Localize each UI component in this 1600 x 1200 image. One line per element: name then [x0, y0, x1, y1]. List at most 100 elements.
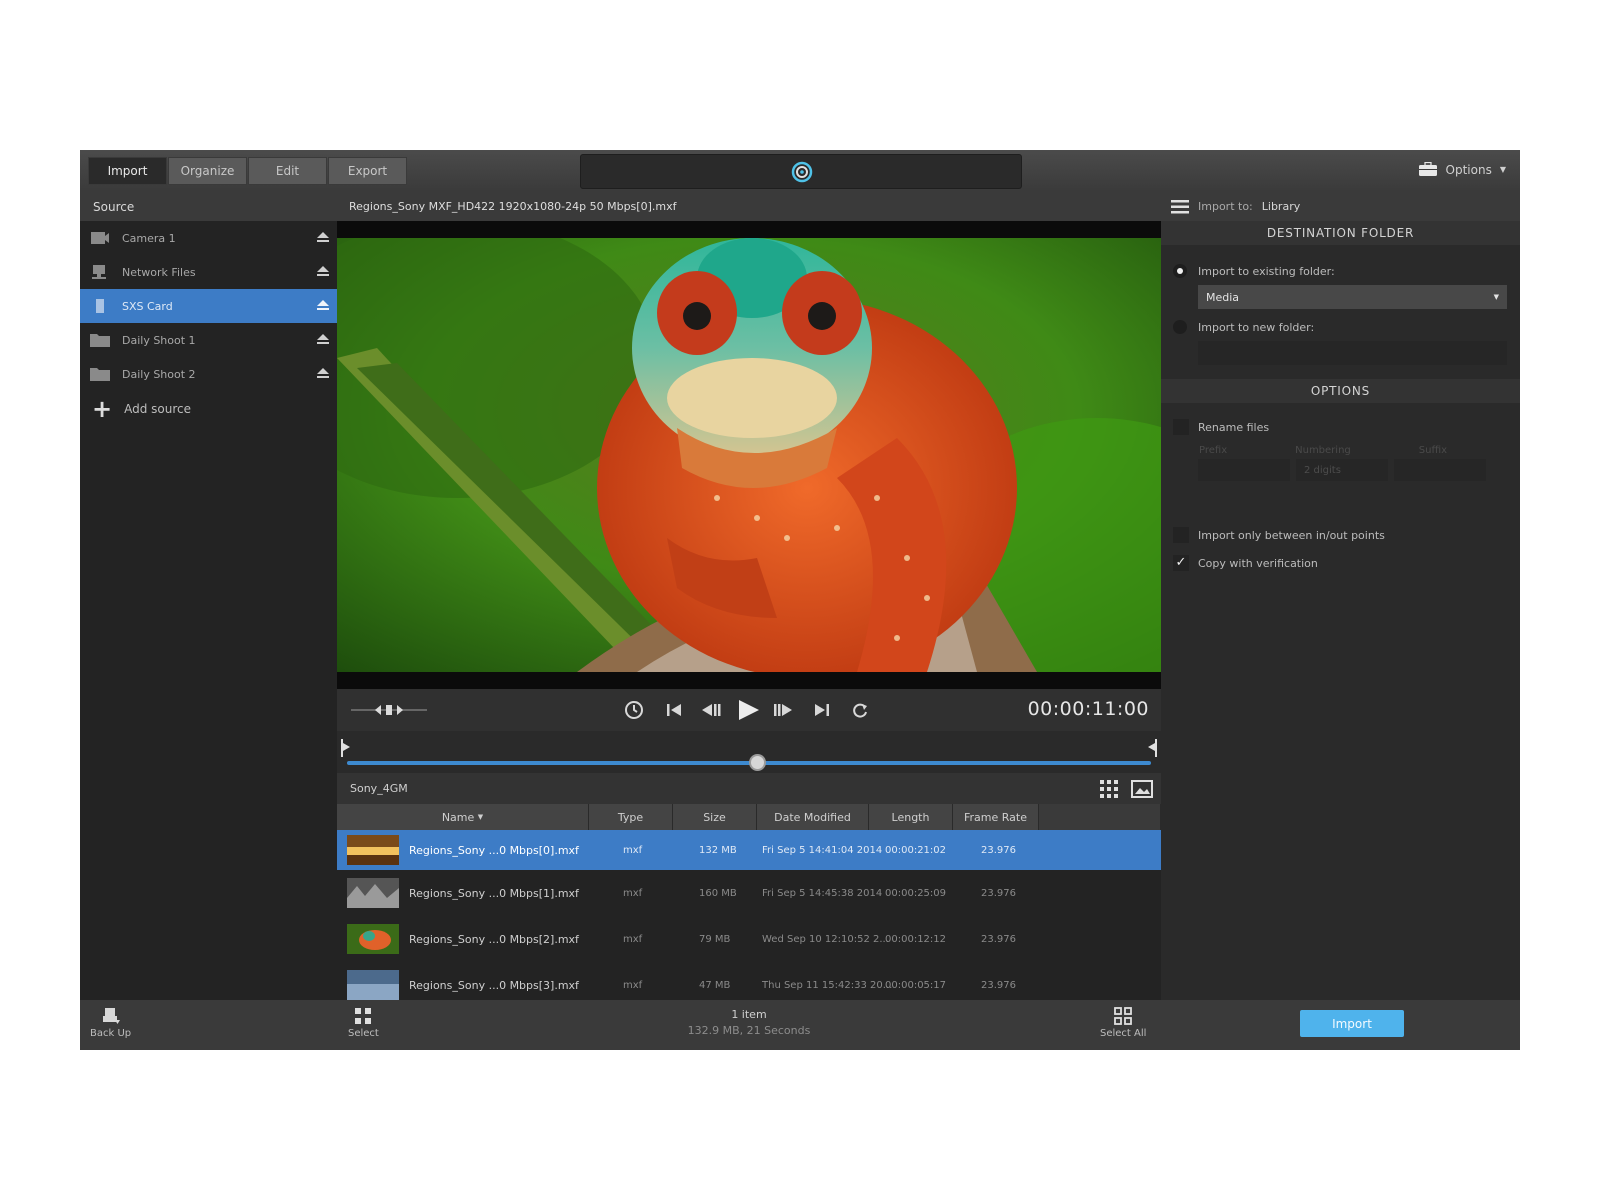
add-source-label: Add source [124, 402, 192, 416]
camera-icon [91, 232, 109, 244]
sidebar-item-network-files[interactable]: Network Files [80, 255, 337, 289]
playhead-handle[interactable] [748, 754, 766, 771]
prefix-label: Prefix [1199, 444, 1228, 456]
file-list-header: Name ▼ Type Size Date Modified Length Fr… [337, 804, 1161, 830]
top-bar: Import Organize Edit Export Options ▼ [80, 150, 1520, 192]
viewer-area: Regions_Sony MXF_HD422 1920x1080-24p 50 … [337, 192, 1161, 1000]
card-icon [96, 299, 104, 313]
rename-field-labels: Prefix Numbering Suffix [1161, 441, 1520, 459]
play-icon[interactable] [735, 697, 761, 723]
sidebar-item-label: Daily Shoot 2 [122, 367, 196, 381]
table-row[interactable]: Regions_Sony ...0 Mbps[2].mxf mxf 79 MB … [337, 916, 1161, 962]
scrub-bar[interactable] [337, 731, 1161, 773]
new-folder-option[interactable]: Import to new folder: [1161, 313, 1520, 341]
step-back-icon[interactable] [699, 699, 721, 721]
sidebar-item-label: Camera 1 [122, 231, 176, 245]
folder-bar: Sony_4GM [337, 773, 1161, 804]
new-folder-radio[interactable] [1173, 320, 1187, 334]
back-up-button[interactable]: Back Up [90, 1006, 131, 1039]
table-row[interactable]: Regions_Sony ...0 Mbps[3].mxf mxf 47 MB … [337, 962, 1161, 1000]
existing-folder-radio[interactable] [1173, 264, 1187, 278]
loop-icon[interactable] [849, 699, 871, 721]
destination-folder-heading: DESTINATION FOLDER [1161, 221, 1520, 245]
add-source-button[interactable]: + Add source [80, 391, 337, 427]
backup-icon [102, 1008, 120, 1024]
briefcase-icon [1418, 162, 1437, 176]
preview-view-icon[interactable] [1131, 779, 1153, 799]
sidebar-item-camera-1[interactable]: Camera 1 [80, 221, 337, 255]
eject-icon[interactable] [317, 300, 329, 311]
import-to-bar[interactable]: Import to: Library [1161, 192, 1520, 221]
transport-bar: 00:00:11:00 [337, 689, 1161, 731]
options-heading: OPTIONS [1161, 379, 1520, 403]
tab-import[interactable]: Import [88, 157, 167, 185]
existing-folder-option[interactable]: Import to existing folder: [1161, 257, 1520, 285]
existing-folder-value: Media [1206, 290, 1240, 304]
column-size[interactable]: Size [673, 804, 757, 830]
eject-icon[interactable] [317, 368, 329, 379]
video-preview[interactable] [337, 221, 1161, 689]
column-frame-rate[interactable]: Frame Rate [953, 804, 1039, 830]
import-settings-panel: Import to: Library DESTINATION FOLDER Im… [1161, 192, 1520, 1000]
verify-option[interactable]: ✓ Copy with verification [1161, 549, 1520, 577]
timecode-display: 00:00:11:00 [1027, 698, 1149, 720]
sidebar-item-daily-shoot-2[interactable]: Daily Shoot 2 [80, 357, 337, 391]
column-date-modified[interactable]: Date Modified [757, 804, 869, 830]
numbering-select[interactable]: 2 digits [1296, 459, 1388, 481]
plus-icon: + [92, 395, 113, 423]
eject-icon[interactable] [317, 232, 329, 243]
chevron-down-icon: ▼ [1499, 165, 1506, 174]
column-length[interactable]: Length [869, 804, 953, 830]
verify-checkbox[interactable]: ✓ [1173, 555, 1189, 571]
sidebar-item-label: Network Files [122, 265, 196, 279]
in-point-marker[interactable] [341, 739, 351, 757]
sony-catalyst-logo-icon [791, 161, 813, 183]
folder-name: Sony_4GM [350, 782, 408, 795]
sidebar-item-daily-shoot-1[interactable]: Daily Shoot 1 [80, 323, 337, 357]
eject-icon[interactable] [317, 334, 329, 345]
shuttle-control[interactable] [351, 702, 427, 718]
existing-folder-label: Import to existing folder: [1198, 264, 1335, 278]
inout-checkbox[interactable] [1173, 527, 1189, 543]
out-point-marker[interactable] [1147, 739, 1157, 757]
table-row[interactable]: Regions_Sony ...0 Mbps[0].mxf mxf 132 MB… [337, 830, 1161, 870]
sidebar-item-label: Daily Shoot 1 [122, 333, 196, 347]
go-to-end-icon[interactable] [811, 699, 833, 721]
select-all-button[interactable]: Select All [1100, 1006, 1146, 1039]
sort-desc-icon: ▼ [477, 813, 484, 821]
source-sidebar: Source Camera 1 Network Files SXS Card D… [80, 192, 337, 1000]
eject-icon[interactable] [317, 266, 329, 277]
tab-organize[interactable]: Organize [168, 157, 247, 185]
import-to-value: Library [1261, 200, 1301, 213]
status-display [580, 154, 1022, 189]
hamburger-menu-icon[interactable] [1171, 199, 1189, 214]
options-menu[interactable]: Options ▼ [1418, 162, 1506, 177]
go-to-start-icon[interactable] [663, 699, 685, 721]
sidebar-item-sxs-card[interactable]: SXS Card [80, 289, 337, 323]
rename-files-option[interactable]: Rename files [1161, 413, 1520, 441]
import-to-label: Import to: [1198, 200, 1253, 213]
bottom-bar: Back Up Select 1 item 132.9 MB, 21 Secon… [80, 1000, 1520, 1050]
inout-option[interactable]: Import only between in/out points [1161, 521, 1520, 549]
column-name[interactable]: Name ▼ [337, 804, 589, 830]
existing-folder-select[interactable]: Media ▼ [1198, 285, 1507, 309]
suffix-input[interactable] [1394, 459, 1486, 481]
file-list: Regions_Sony ...0 Mbps[0].mxf mxf 132 MB… [337, 830, 1161, 1000]
suffix-label: Suffix [1418, 444, 1448, 456]
grid-view-icon[interactable] [1099, 779, 1119, 799]
table-row[interactable]: Regions_Sony ...0 Mbps[1].mxf mxf 160 MB… [337, 870, 1161, 916]
rename-files-checkbox[interactable] [1173, 419, 1189, 435]
column-type[interactable]: Type [589, 804, 673, 830]
tab-export[interactable]: Export [328, 157, 407, 185]
new-folder-input[interactable] [1198, 341, 1507, 365]
item-size: 132.9 MB, 21 Seconds [687, 1024, 811, 1037]
import-button[interactable]: Import [1300, 1010, 1404, 1037]
loop-clock-icon[interactable] [623, 699, 645, 721]
step-forward-icon[interactable] [773, 699, 795, 721]
prefix-input[interactable] [1198, 459, 1290, 481]
clip-thumbnail [347, 970, 399, 1000]
new-folder-label: Import to new folder: [1198, 320, 1315, 334]
tab-edit[interactable]: Edit [248, 157, 327, 185]
chameleon-image [337, 238, 1161, 672]
source-heading: Source [80, 192, 337, 221]
